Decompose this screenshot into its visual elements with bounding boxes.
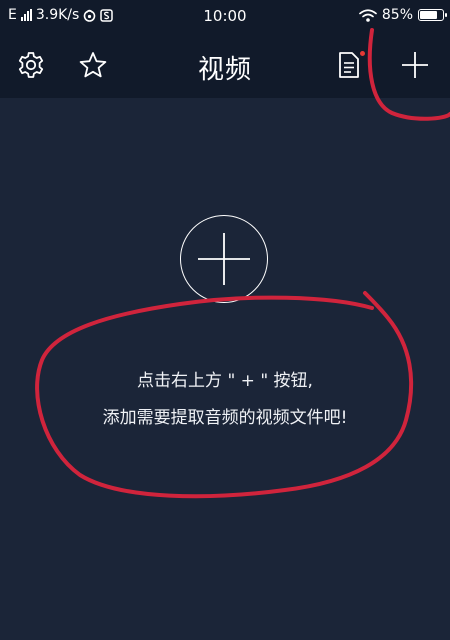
notification-dot — [360, 51, 365, 56]
document-button[interactable] — [332, 48, 366, 82]
status-bar: E 3.9K/s 10:00 85% — [0, 0, 450, 32]
battery-fill — [420, 11, 437, 19]
plus-icon — [402, 52, 428, 78]
add-video-circle-button[interactable] — [180, 215, 268, 303]
main-content: 点击右上方 " + " 按钮, 添加需要提取音频的视频文件吧! — [0, 98, 450, 640]
document-icon — [339, 52, 359, 78]
status-right: 85% — [359, 7, 447, 23]
battery-icon — [418, 9, 447, 21]
empty-hint-line2: 添加需要提取音频的视频文件吧! — [102, 408, 348, 428]
page-title: 视频 — [197, 55, 252, 85]
top-bar: 视频 — [0, 32, 450, 98]
empty-hint-line1: 点击右上方 " + " 按钮, — [137, 371, 313, 391]
wifi-icon — [359, 8, 377, 22]
plus-icon — [198, 233, 250, 285]
add-video-button[interactable] — [398, 48, 432, 82]
battery-percent: 85% — [381, 7, 413, 23]
